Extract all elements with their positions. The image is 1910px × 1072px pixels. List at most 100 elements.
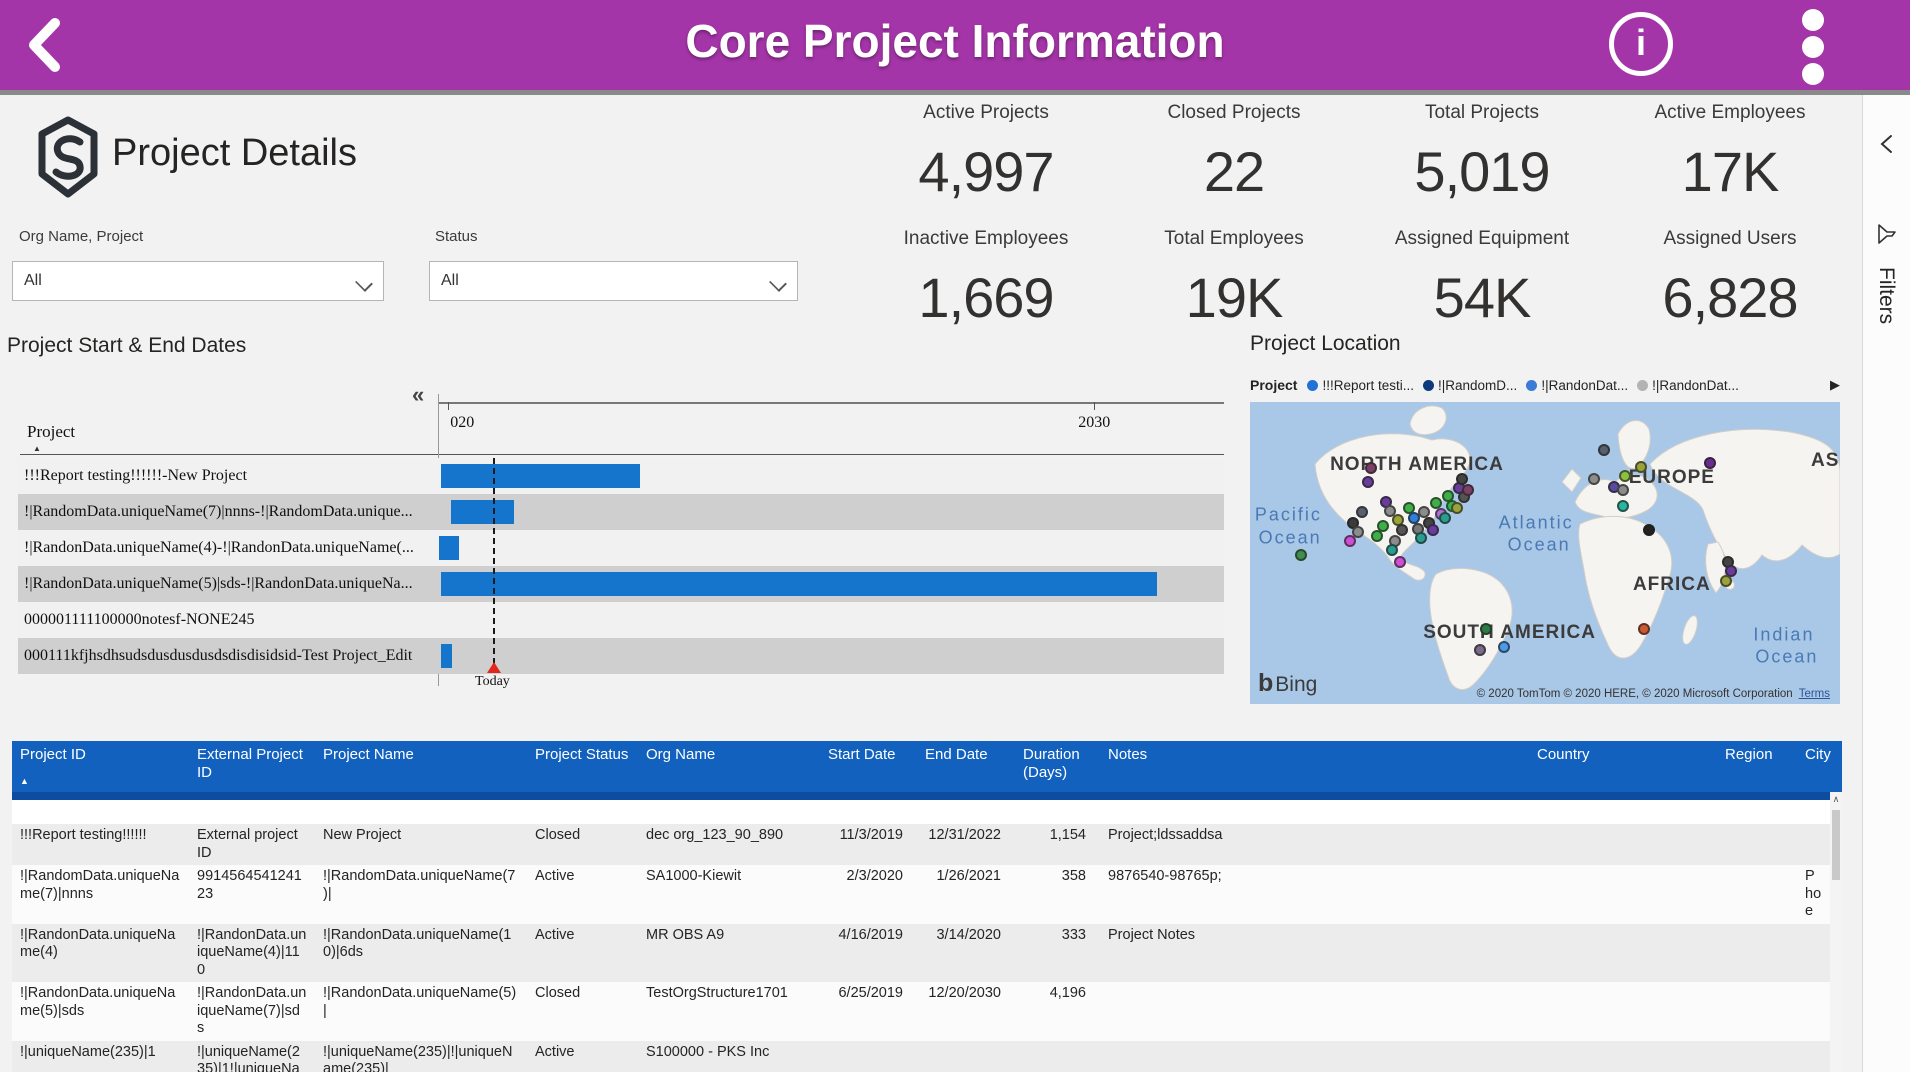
gantt-bar[interactable] xyxy=(441,644,452,668)
table-row[interactable]: !!!Report testing!!!!!!External project … xyxy=(12,824,1842,865)
table-scrollbar[interactable]: ∧ xyxy=(1830,792,1842,1072)
map-location-dot[interactable] xyxy=(1480,623,1492,635)
legend-item-3[interactable]: !|RandonDat... xyxy=(1526,378,1628,393)
map-location-dot[interactable] xyxy=(1456,473,1468,485)
column-header-project-id[interactable]: Project ID▲ xyxy=(12,741,189,792)
gantt-column-header[interactable]: Project xyxy=(27,422,75,442)
map-region-label: Pacific xyxy=(1255,505,1322,526)
info-icon[interactable]: i xyxy=(1609,12,1673,76)
map-region-label: Ocean xyxy=(1259,527,1322,548)
status-filter-dropdown[interactable]: All xyxy=(429,261,798,301)
map-location-dot[interactable] xyxy=(1588,473,1600,485)
terms-link[interactable]: Terms xyxy=(1799,688,1830,700)
table-row[interactable]: !|uniqueName(235)|1!|uniqueName(235)|1!|… xyxy=(12,1041,1842,1072)
table-cell: 4,196 xyxy=(1015,982,1100,1041)
map-location-dot[interactable] xyxy=(1295,549,1307,561)
gantt-today-marker-icon xyxy=(487,662,501,673)
bing-map[interactable]: NORTH AMERICAPacificOceanAtlanticOceanEU… xyxy=(1250,402,1840,704)
table-cell: !|RandonData.uniqueName(5)| xyxy=(315,982,527,1041)
map-location-dot[interactable] xyxy=(1617,484,1629,496)
app-header: Core Project Information i xyxy=(0,0,1910,90)
map-location-dot[interactable] xyxy=(1386,544,1398,556)
map-location-dot[interactable] xyxy=(1365,462,1377,474)
map-location-dot[interactable] xyxy=(1451,502,1463,514)
collapse-pane-icon[interactable]: « xyxy=(412,382,424,408)
map-location-dot[interactable] xyxy=(1617,500,1629,512)
gantt-row[interactable]: !|RandomData.uniqueName(7)|nnns-!|Random… xyxy=(18,494,1224,530)
table-cell xyxy=(1717,982,1797,1041)
more-options-icon[interactable] xyxy=(1802,7,1826,87)
table-cell: Active xyxy=(527,924,638,983)
map-location-dot[interactable] xyxy=(1344,535,1356,547)
scrollbar-thumb[interactable] xyxy=(1832,810,1840,880)
map-location-dot[interactable] xyxy=(1439,512,1451,524)
map-location-dot[interactable] xyxy=(1415,532,1427,544)
gantt-axis xyxy=(438,402,1224,404)
table-cell: !|RandonData.uniqueName(5)|sds xyxy=(12,982,189,1041)
table-cell xyxy=(1717,865,1797,924)
gantt-row[interactable]: 000001111100000notesf-NONE245 xyxy=(18,602,1224,638)
gantt-bar[interactable] xyxy=(441,464,640,488)
gantt-row[interactable]: !|RandonData.uniqueName(4)-!|RandonData.… xyxy=(18,530,1224,566)
table-cell: 11/3/2019 xyxy=(820,824,917,865)
gantt-bar[interactable] xyxy=(451,500,514,524)
org-filter-dropdown[interactable]: All xyxy=(12,261,384,301)
filters-pane-label[interactable]: Filters xyxy=(1874,267,1898,324)
gantt-row[interactable]: 000111kfjhsdhsudsdusdusdusdsdisdisidsid-… xyxy=(18,638,1224,674)
gantt-track xyxy=(438,566,1224,602)
expand-filters-icon[interactable] xyxy=(1877,133,1897,155)
map-location-dot[interactable] xyxy=(1598,444,1610,456)
map-location-dot[interactable] xyxy=(1638,623,1650,635)
project-table: Project ID▲External Project IDProject Na… xyxy=(12,741,1842,1072)
table-cell: 1/26/2021 xyxy=(917,865,1015,924)
map-location-dot[interactable] xyxy=(1362,476,1374,488)
column-header-country[interactable]: Country xyxy=(1529,741,1717,792)
map-location-dot[interactable] xyxy=(1462,484,1474,496)
table-row[interactable]: !|RandonData.uniqueName(5)|sds !|RandonDa… xyxy=(12,982,1842,1041)
map-location-dot[interactable] xyxy=(1619,470,1631,482)
gantt-axis-tick-label: 2030 xyxy=(1078,414,1110,432)
gantt-bar[interactable] xyxy=(439,536,459,560)
gantt-row[interactable]: !|RandonData.uniqueName(5)|sds-!|RandonD… xyxy=(18,566,1224,602)
kpi-value-2: 22 xyxy=(1110,126,1358,226)
map-location-dot[interactable] xyxy=(1474,644,1486,656)
gantt-bar[interactable] xyxy=(441,572,1157,596)
table-row[interactable]: !|RandonData.uniqueName(4)!|RandonData.u… xyxy=(12,924,1842,983)
column-header-duration-days-[interactable]: Duration (Days) xyxy=(1015,741,1100,792)
table-cell xyxy=(1529,865,1717,924)
legend-item-1[interactable]: !!!Report testi... xyxy=(1307,378,1414,393)
table-cell: 12/31/2022 xyxy=(917,824,1015,865)
scroll-up-icon[interactable]: ∧ xyxy=(1830,792,1842,806)
map-location-dot[interactable] xyxy=(1371,530,1383,542)
table-cell: Active xyxy=(527,865,638,924)
map-location-dot[interactable] xyxy=(1394,556,1406,568)
table-cell: 3/14/2020 xyxy=(917,924,1015,983)
map-location-dot[interactable] xyxy=(1498,641,1510,653)
map-location-dot[interactable] xyxy=(1356,506,1368,518)
column-header-org-name[interactable]: Org Name xyxy=(638,741,820,792)
column-header-external-project-id[interactable]: External Project ID xyxy=(189,741,315,792)
table-cell xyxy=(820,1041,917,1072)
legend-next-icon[interactable]: ▶ xyxy=(1830,377,1840,393)
map-location-dot[interactable] xyxy=(1643,524,1655,536)
table-cell: !|RandomData.uniqueName(7)| xyxy=(315,865,527,924)
map-location-dot[interactable] xyxy=(1720,575,1732,587)
gantt-row[interactable]: !!!Report testing!!!!!!-New Project xyxy=(18,458,1224,494)
gantt-row-label: !|RandonData.uniqueName(4)-!|RandonData.… xyxy=(24,530,429,566)
column-header-end-date[interactable]: End Date xyxy=(917,741,1015,792)
table-row[interactable]: !|RandomData.uniqueName(7)|nnns991456454… xyxy=(12,865,1842,924)
column-header-start-date[interactable]: Start Date xyxy=(820,741,917,792)
column-header-notes[interactable]: Notes xyxy=(1100,741,1529,792)
column-header-project-name[interactable]: Project Name xyxy=(315,741,527,792)
bing-logo[interactable]: bBing xyxy=(1258,669,1317,698)
legend-item-4[interactable]: !|RandonDat... xyxy=(1637,378,1739,393)
table-cell: 1,154 xyxy=(1015,824,1100,865)
map-location-dot[interactable] xyxy=(1635,461,1647,473)
map-location-dot[interactable] xyxy=(1396,524,1408,536)
column-header-city[interactable]: City xyxy=(1797,741,1830,792)
column-header-region[interactable]: Region xyxy=(1717,741,1797,792)
column-header-project-status[interactable]: Project Status xyxy=(527,741,638,792)
legend-item-2[interactable]: !|RandomD... xyxy=(1423,378,1517,393)
map-location-dot[interactable] xyxy=(1427,524,1439,536)
map-location-dot[interactable] xyxy=(1704,457,1716,469)
